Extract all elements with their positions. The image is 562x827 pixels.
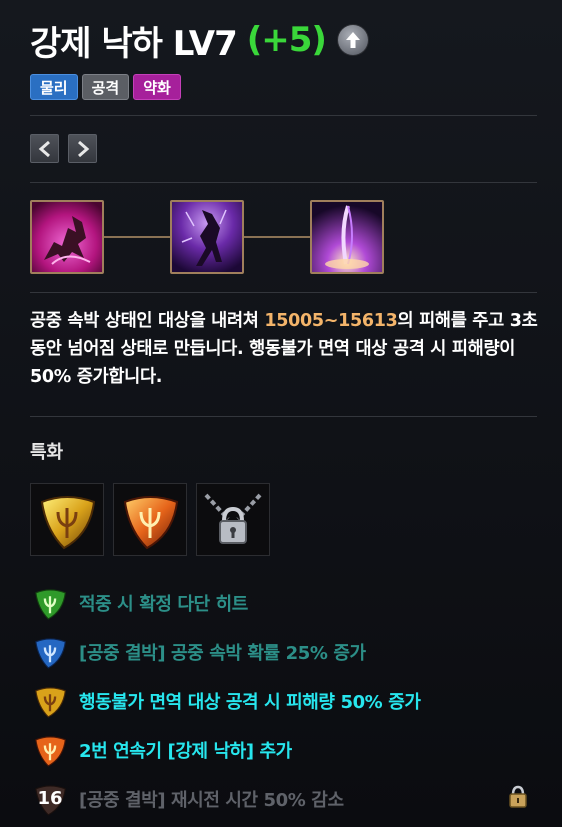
tag-attack: 공격	[81, 74, 130, 100]
trident-gold-shield-icon	[30, 681, 70, 721]
spec-entry: 적중 시 확정 다단 히트	[30, 578, 540, 627]
skill-title: 강제 낙하 LV7	[30, 23, 238, 64]
trident-orange-shield-icon[interactable]	[113, 483, 187, 556]
skill-level-bonus: (+5)	[246, 20, 327, 60]
skill-title-row: 강제 낙하 LV7 (+5)	[30, 14, 368, 66]
spec-entry-text: 적중 시 확정 다단 히트	[79, 593, 248, 615]
spec-entry-text: 2번 연속기 [강제 낙하] 추가	[79, 740, 292, 762]
spec-entry: 2번 연속기 [강제 낙하] 추가	[30, 725, 540, 774]
chain-connector	[104, 236, 172, 238]
specialization-icons	[30, 483, 270, 556]
padlock-icon	[508, 784, 528, 812]
description-text: 공중 속박 상태인 대상을 내려쳐	[30, 311, 265, 331]
spec-entry-text: [공중 결박] 재시전 시간 50% 감소	[79, 789, 344, 811]
skill-step-2-icon[interactable]	[170, 200, 244, 274]
skill-tags: 물리 공격 약화	[30, 74, 181, 100]
spec-entry-text: [공중 결박] 공중 속박 확률 25% 증가	[79, 642, 366, 664]
divider	[30, 115, 537, 116]
damage-range: 15005~15613	[264, 311, 398, 331]
skill-step-1-icon[interactable]	[30, 200, 104, 274]
trident-orange-shield-icon	[30, 730, 70, 770]
specialization-label: 특화	[30, 442, 64, 463]
skill-description: 공중 속박 상태인 대상을 내려쳐 15005~15613의 피해를 주고 3초…	[30, 307, 540, 391]
spec-entry-locked: 16 [공중 결박] 재시전 시간 50% 감소	[30, 774, 540, 823]
next-button[interactable]	[68, 134, 97, 163]
dark-shield-icon: 16	[30, 779, 70, 819]
chained-padlock-icon[interactable]	[196, 483, 270, 556]
spec-entry-text: 행동불가 면역 대상 공격 시 피해량 50% 증가	[79, 691, 421, 713]
chevron-right-icon	[77, 140, 89, 157]
skill-navigation	[30, 134, 97, 163]
specialization-list: 적중 시 확정 다단 히트 [공중 결박] 공중 속박 확률 25% 증가 행동…	[30, 578, 540, 823]
tag-weaken: 약화	[133, 74, 181, 100]
divider	[30, 182, 537, 183]
tag-physical: 물리	[30, 74, 78, 100]
chain-connector	[244, 236, 312, 238]
chevron-left-icon	[38, 140, 50, 157]
spec-entry: [공중 결박] 공중 속박 확률 25% 증가	[30, 627, 540, 676]
skill-step-3-icon[interactable]	[310, 200, 384, 274]
skill-combo-chain	[30, 200, 384, 274]
divider	[30, 416, 537, 417]
trident-green-shield-icon	[30, 583, 70, 623]
spec-entry: 행동불가 면역 대상 공격 시 피해량 50% 증가	[30, 676, 540, 725]
level-up-arrow-icon[interactable]	[337, 25, 368, 55]
previous-button[interactable]	[30, 134, 59, 163]
required-level: 16	[37, 788, 63, 809]
trident-gold-shield-icon[interactable]	[30, 483, 104, 556]
trident-blue-shield-icon	[30, 632, 70, 672]
divider	[30, 292, 537, 293]
